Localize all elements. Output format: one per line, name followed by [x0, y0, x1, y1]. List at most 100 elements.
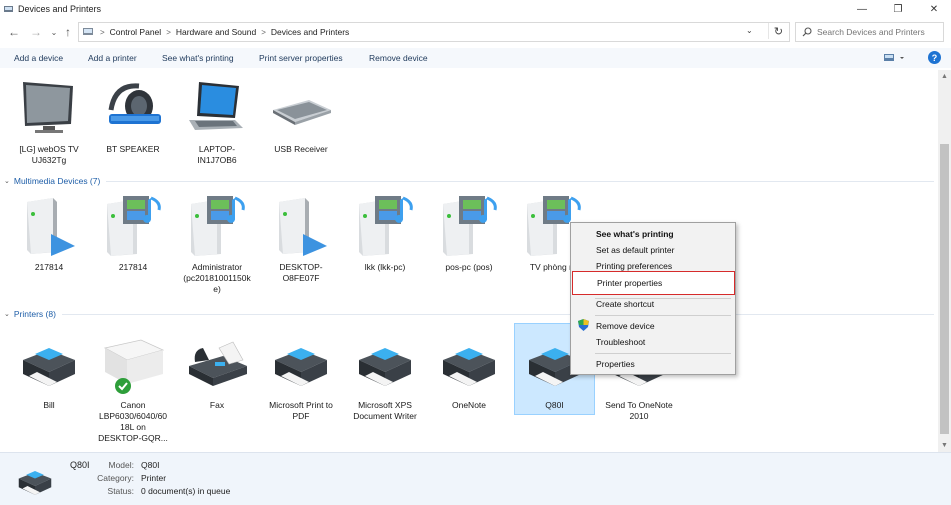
menu-item-remove-device[interactable]: Remove device: [571, 318, 735, 334]
remove-device-button[interactable]: Remove device: [369, 53, 428, 63]
minimize-button[interactable]: —: [845, 0, 879, 18]
printer-tile[interactable]: Microsoft Print to PDF: [266, 332, 336, 422]
group-divider: [106, 180, 934, 182]
device-label: lkk (lkk-pc): [364, 262, 406, 272]
device-label: pos-pc (pos): [445, 262, 493, 272]
scroll-up-icon[interactable]: ▲: [938, 70, 951, 83]
device-tile[interactable]: LAPTOP-IN1J7OB6: [182, 76, 252, 166]
breadcrumb-control-panel[interactable]: Control Panel: [110, 27, 162, 37]
see-whats-printing-button[interactable]: See what's printing: [162, 53, 234, 63]
collapse-chevron-icon[interactable]: ⌄: [4, 177, 10, 185]
change-view-icon[interactable]: [884, 53, 906, 63]
scrollbar-thumb[interactable]: [940, 144, 949, 434]
collapse-chevron-icon[interactable]: ⌄: [4, 310, 10, 318]
details-category-label: Category:: [97, 473, 134, 483]
media-server-film-icon: [191, 196, 245, 256]
address-dropdown-icon[interactable]: ⌄: [746, 26, 753, 35]
printer-icon: [275, 348, 327, 386]
fax-icon: [189, 341, 247, 386]
address-box[interactable]: > Control Panel > Hardware and Sound > D…: [78, 22, 790, 42]
breadcrumb-separator-icon: >: [166, 27, 171, 37]
breadcrumb-separator-icon: >: [261, 27, 266, 37]
search-icon: [802, 27, 812, 37]
media-device-tile[interactable]: 217814: [14, 194, 84, 273]
refresh-icon[interactable]: ↻: [768, 23, 788, 39]
printer-tile[interactable]: Microsoft XPS Document Writer: [350, 332, 420, 422]
device-tile[interactable]: BT SPEAKER: [98, 76, 168, 155]
menu-item-see-whats-printing[interactable]: See what's printing: [571, 226, 735, 242]
device-tile[interactable]: USB Receiver: [266, 76, 336, 155]
media-server-film-icon: [359, 196, 413, 256]
printer-icon: [443, 348, 495, 386]
media-device-tile[interactable]: pos-pc (pos): [434, 194, 504, 273]
context-menu: See what's printing Set as default print…: [570, 222, 736, 375]
details-status-label: Status:: [107, 486, 134, 496]
printer-tile[interactable]: Fax: [182, 332, 252, 411]
menu-divider: [595, 353, 731, 354]
device-label: LAPTOP-IN1J7OB6: [197, 144, 237, 165]
device-label: Administrator (pc20181001150ke): [183, 262, 251, 294]
printer-tile[interactable]: Bill: [14, 332, 84, 411]
details-model-value: Q80I: [141, 460, 160, 470]
details-pane: Q80I Model: Q80I Category: Printer Statu…: [0, 452, 951, 505]
device-label: Canon LBP6030/6040/6018L on DESKTOP-GQR.…: [98, 400, 168, 443]
up-arrow-icon[interactable]: ↑: [60, 24, 76, 40]
printer-icon: [23, 348, 75, 386]
devices-printers-app-icon: [4, 6, 13, 12]
printer-tile[interactable]: Canon LBP6030/6040/6018L on DESKTOP-GQR.…: [98, 332, 168, 444]
add-device-button[interactable]: Add a device: [14, 53, 63, 63]
device-label: Q80I: [545, 400, 564, 410]
details-category-value: Printer: [141, 473, 167, 483]
device-label: Bill: [43, 400, 55, 410]
maximize-button[interactable]: ❐: [881, 0, 915, 18]
device-label: 217814: [118, 262, 148, 272]
group-divider: [61, 313, 934, 315]
breadcrumb-devices-printers[interactable]: Devices and Printers: [271, 27, 349, 37]
menu-item-printer-properties[interactable]: Printer properties: [572, 271, 735, 295]
device-tile[interactable]: [LG] webOS TV UJ632Tg: [14, 76, 84, 166]
headset-icon: [108, 83, 161, 124]
vertical-scrollbar[interactable]: ▲ ▼: [938, 70, 951, 452]
printers-group-header[interactable]: ⌄ Printers (8): [4, 309, 934, 319]
print-server-properties-button[interactable]: Print server properties: [259, 53, 343, 63]
media-device-tile[interactable]: lkk (lkk-pc): [350, 194, 420, 273]
back-arrow-icon[interactable]: ←: [6, 24, 22, 40]
menu-item-set-default-printer[interactable]: Set as default printer: [571, 242, 735, 258]
menu-item-troubleshoot[interactable]: Troubleshoot: [571, 334, 735, 350]
close-button[interactable]: ✕: [917, 0, 951, 18]
multimedia-group-header[interactable]: ⌄ Multimedia Devices (7): [4, 176, 934, 186]
help-button[interactable]: ?: [928, 51, 941, 64]
search-input[interactable]: [817, 27, 942, 37]
devices-view: [LG] webOS TV UJ632Tg BT SPEAKER LAPTOP-…: [0, 70, 938, 452]
device-label: Microsoft XPS Document Writer: [353, 400, 417, 421]
device-label: Send To OneNote 2010: [605, 400, 673, 421]
printer-tile[interactable]: OneNote: [434, 332, 504, 411]
device-label: Microsoft Print to PDF: [269, 400, 333, 421]
window-title: Devices and Printers: [18, 4, 102, 14]
device-label: 217814: [34, 262, 64, 272]
command-bar: Add a device Add a printer See what's pr…: [0, 48, 951, 68]
menu-item-create-shortcut[interactable]: Create shortcut: [571, 296, 735, 312]
laptop-icon: [189, 82, 243, 130]
media-device-tile[interactable]: 217814: [98, 194, 168, 273]
menu-item-properties[interactable]: Properties: [571, 356, 735, 372]
breadcrumb-hardware-sound[interactable]: Hardware and Sound: [176, 27, 256, 37]
details-model-label: Model:: [108, 460, 134, 470]
menu-divider: [595, 315, 731, 316]
printer-icon: [359, 348, 411, 386]
details-status-value: 0 document(s) in queue: [141, 486, 231, 496]
monitor-icon: [23, 82, 73, 133]
printers-group-title: Printers (8): [13, 309, 56, 319]
media-device-tile[interactable]: DESKTOP-O8FE07F: [266, 194, 336, 284]
device-label: USB Receiver: [274, 144, 328, 154]
search-box[interactable]: [795, 22, 944, 42]
printer-icon: [18, 471, 52, 495]
media-server-film-icon: [443, 196, 497, 256]
scroll-down-icon[interactable]: ▼: [938, 439, 951, 452]
media-server-play-icon: [279, 198, 327, 256]
device-label: DESKTOP-O8FE07F: [279, 262, 323, 283]
add-printer-button[interactable]: Add a printer: [88, 53, 137, 63]
device-label: Fax: [209, 400, 225, 410]
media-device-tile[interactable]: Administrator (pc20181001150ke): [182, 194, 252, 295]
forward-arrow-icon[interactable]: →: [28, 24, 44, 40]
